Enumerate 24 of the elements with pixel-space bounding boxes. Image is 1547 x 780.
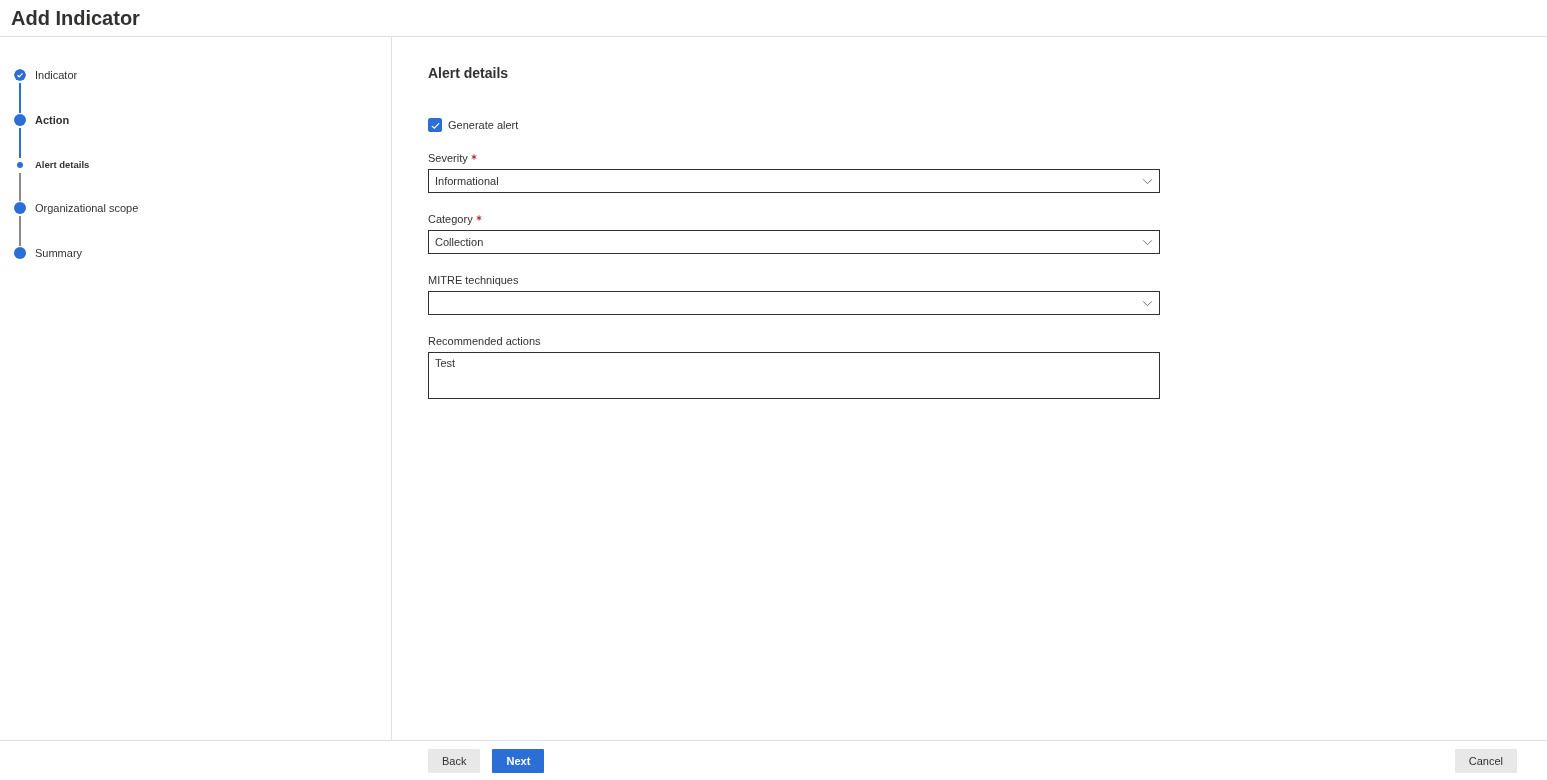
- dropdown-field[interactable]: Collection: [428, 230, 1160, 254]
- field-label: MITRE techniques: [428, 274, 519, 286]
- field-label: Severity: [428, 152, 468, 164]
- chevron-down-icon: [1142, 299, 1153, 307]
- section-title: Alert details: [428, 65, 510, 81]
- cancel-button[interactable]: Cancel: [1454, 748, 1517, 773]
- step-label[interactable]: Organizational scope: [35, 201, 139, 215]
- field-label: Recommended actions: [428, 335, 541, 347]
- step-label[interactable]: Alert details: [35, 158, 90, 172]
- next-button[interactable]: Next: [492, 748, 545, 773]
- chevron-down-icon: [1142, 238, 1153, 246]
- text-area-field[interactable]: Test: [428, 352, 1160, 399]
- checkbox-label: Generate alert: [448, 119, 519, 131]
- step-label[interactable]: Indicator: [35, 68, 78, 82]
- dropdown-field[interactable]: [428, 291, 1160, 315]
- page-title: Add Indicator: [11, 6, 140, 30]
- field-label: Category: [428, 213, 473, 225]
- step-label[interactable]: Summary: [35, 246, 83, 260]
- dropdown-field[interactable]: Informational: [428, 169, 1160, 193]
- back-button[interactable]: Back: [428, 748, 481, 773]
- chevron-down-icon: [1142, 177, 1153, 185]
- step-dot-icon: [17, 162, 23, 168]
- generate-alert-checkbox[interactable]: [428, 118, 442, 132]
- step-label[interactable]: Action: [35, 113, 70, 127]
